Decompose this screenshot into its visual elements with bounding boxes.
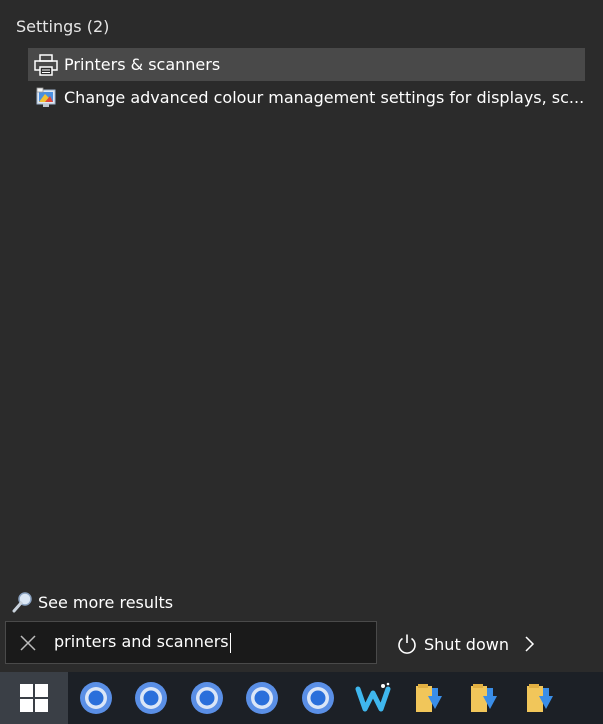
taskbar-chrome-1[interactable]: [68, 672, 124, 724]
search-input[interactable]: printers and scanners: [54, 632, 231, 653]
magnifier-icon: [12, 590, 38, 614]
taskbar: [0, 672, 603, 724]
result-printers-scanners[interactable]: Printers & scanners: [28, 48, 585, 81]
chrome-icon: [190, 682, 223, 714]
w-app-icon: [355, 682, 391, 712]
chrome-icon: [301, 682, 334, 714]
chrome-icon: [246, 682, 279, 714]
clear-search-icon[interactable]: [6, 622, 50, 663]
search-box[interactable]: printers and scanners: [5, 621, 377, 664]
result-label: Change advanced colour management settin…: [64, 88, 585, 107]
see-more-results-link[interactable]: See more results: [12, 590, 173, 614]
chevron-right-icon[interactable]: [523, 635, 535, 653]
taskbar-downloads-folder-1[interactable]: [401, 672, 457, 724]
see-more-label: See more results: [38, 592, 174, 612]
taskbar-w-app[interactable]: [346, 672, 402, 724]
chrome-icon: [79, 682, 112, 714]
shut-down-label: Shut down: [424, 634, 509, 654]
printer-icon: [28, 48, 64, 81]
download-folder-icon: [415, 684, 442, 712]
taskbar-chrome-2[interactable]: [124, 672, 180, 724]
chrome-icon: [135, 682, 168, 714]
taskbar-chrome-3[interactable]: [179, 672, 235, 724]
power-icon: [395, 631, 421, 657]
download-folder-icon: [471, 684, 498, 712]
section-header-settings: Settings (2): [16, 17, 110, 36]
colour-management-icon: [28, 81, 64, 114]
result-colour-management[interactable]: Change advanced colour management settin…: [28, 81, 585, 114]
taskbar-chrome-4[interactable]: [235, 672, 291, 724]
start-menu-panel: Settings (2) Printers & scanners Change …: [0, 0, 603, 672]
windows-logo-icon: [20, 684, 48, 712]
taskbar-downloads-folder-2[interactable]: [457, 672, 513, 724]
result-label: Printers & scanners: [64, 55, 221, 74]
shut-down-button[interactable]: Shut down: [395, 626, 535, 662]
taskbar-downloads-folder-3[interactable]: [512, 672, 568, 724]
taskbar-chrome-5[interactable]: [290, 672, 346, 724]
start-button[interactable]: [0, 672, 68, 724]
download-folder-icon: [526, 684, 553, 712]
text-caret: [229, 632, 231, 653]
